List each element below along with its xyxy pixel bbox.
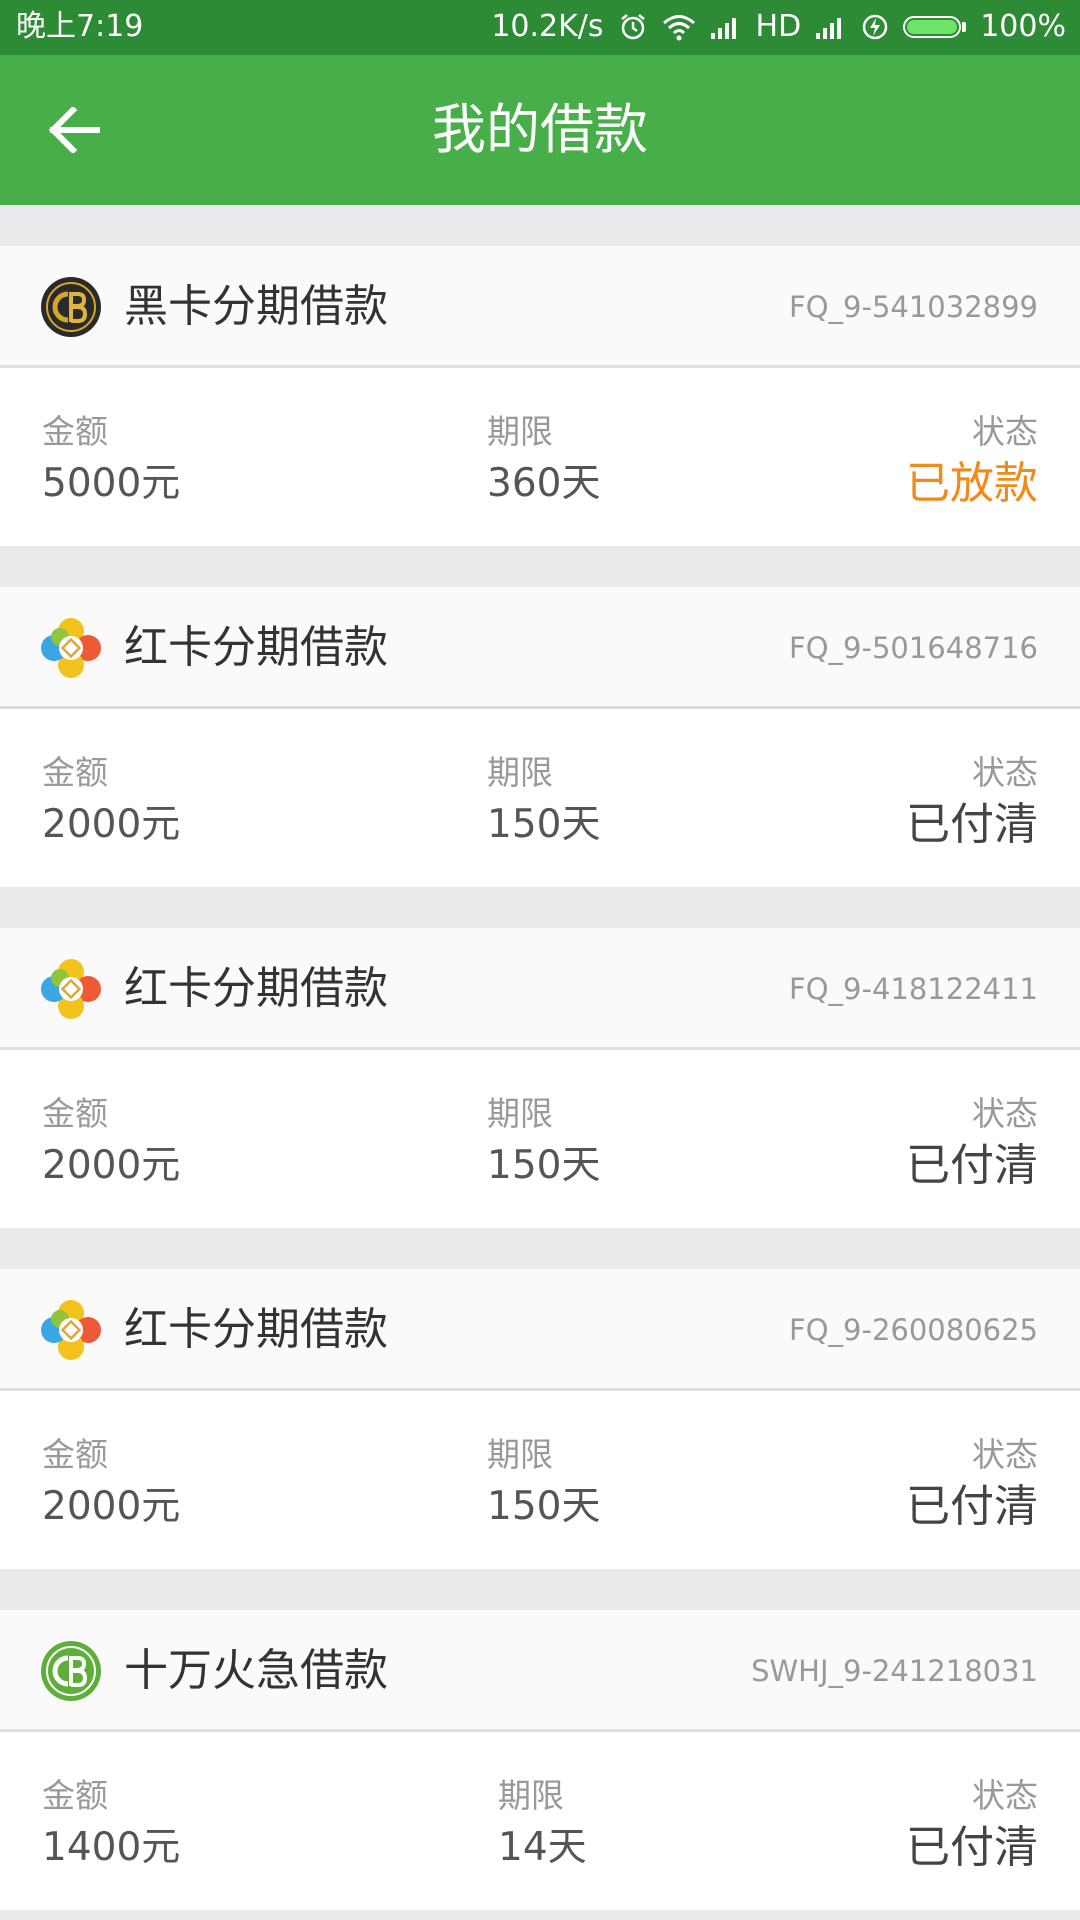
loan-order-number: FQ_9-418122411 (789, 972, 1038, 1006)
loan-product-name: 红卡分期借款 (124, 622, 388, 673)
loan-order-number: FQ_9-260080625 (789, 1313, 1038, 1347)
status-value: 已放款 (906, 458, 1038, 509)
signal-icon (710, 14, 742, 40)
status-label: 状态 (972, 1094, 1038, 1133)
loan-status: 状态 已付清 (906, 1431, 1038, 1535)
loan-card-body: 金额 1400元 期限 14天 状态 已付清 (0, 1732, 1080, 1910)
wifi-icon (662, 13, 696, 41)
loan-card-header: 红卡分期借款 FQ_9-418122411 (0, 928, 1080, 1050)
network-type: HD (755, 9, 802, 44)
loan-amount: 金额 5000元 (42, 408, 180, 512)
loan-status: 状态 已付清 (906, 1090, 1038, 1194)
loan-card[interactable]: 红卡分期借款 FQ_9-418122411 金额 2000元 期限 150天 状… (0, 928, 1080, 1228)
loan-card-body: 金额 2000元 期限 150天 状态 已付清 (0, 709, 1080, 887)
loan-amount: 金额 2000元 (42, 1431, 180, 1535)
red-card-logo-icon (41, 1300, 101, 1360)
charging-icon (861, 13, 889, 41)
loan-product-name: 黑卡分期借款 (124, 281, 388, 332)
amount-label: 金额 (42, 753, 108, 792)
loan-card-header: 十万火急借款 SWHJ_9-241218031 (0, 1610, 1080, 1732)
loan-card-header: 红卡分期借款 FQ_9-260080625 (0, 1269, 1080, 1391)
loan-product-name: 十万火急借款 (124, 1645, 388, 1696)
term-label: 期限 (487, 753, 553, 792)
loan-amount: 金额 2000元 (42, 1090, 180, 1194)
status-value: 已付清 (906, 1822, 1038, 1873)
swhj-logo-icon (41, 1641, 101, 1701)
loan-product-name: 红卡分期借款 (124, 1304, 388, 1355)
loan-product-name: 红卡分期借款 (124, 963, 388, 1014)
amount-label: 金额 (42, 1435, 108, 1474)
loan-status: 状态 已放款 (906, 408, 1038, 512)
loan-card-header: 黑卡分期借款 FQ_9-541032899 (0, 246, 1080, 368)
net-speed: 10.2K/s (491, 9, 604, 44)
amount-label: 金额 (42, 1094, 108, 1133)
loan-order-number: FQ_9-501648716 (789, 631, 1038, 665)
loan-card[interactable]: 红卡分期借款 FQ_9-501648716 金额 2000元 期限 150天 状… (0, 587, 1080, 887)
red-card-logo-icon (41, 618, 101, 678)
loan-status: 状态 已付清 (906, 1772, 1038, 1876)
loan-card-body: 金额 2000元 期限 150天 状态 已付清 (0, 1391, 1080, 1569)
loan-card[interactable]: 十万火急借款 SWHJ_9-241218031 金额 1400元 期限 14天 … (0, 1610, 1080, 1910)
battery-icon (903, 16, 967, 38)
loan-card[interactable]: 红卡分期借款 FQ_9-260080625 金额 2000元 期限 150天 状… (0, 1269, 1080, 1569)
amount-value: 2000元 (42, 802, 181, 847)
loan-order-number: FQ_9-541032899 (789, 290, 1038, 324)
app-header: 我的借款 (0, 55, 1080, 205)
amount-value: 2000元 (42, 1484, 181, 1529)
loan-term: 期限 14天 (498, 1772, 587, 1876)
term-label: 期限 (487, 1435, 553, 1474)
amount-value: 2000元 (42, 1143, 181, 1188)
loan-list: 黑卡分期借款 FQ_9-541032899 金额 5000元 期限 360天 状… (0, 205, 1080, 1920)
loan-card[interactable]: 黑卡分期借款 FQ_9-541032899 金额 5000元 期限 360天 状… (0, 246, 1080, 546)
red-card-logo-icon (41, 959, 101, 1019)
loan-amount: 金额 2000元 (42, 749, 180, 853)
status-value: 已付清 (906, 1481, 1038, 1532)
term-label: 期限 (498, 1776, 564, 1815)
term-value: 14天 (498, 1825, 587, 1870)
status-indicators: 10.2K/s HD 100% (491, 9, 1066, 45)
battery-level: 100% (980, 9, 1066, 44)
status-bar: 晚上7:19 10.2K/s HD 100% (0, 0, 1080, 55)
loan-term: 期限 150天 (487, 1431, 600, 1535)
status-label: 状态 (972, 1435, 1038, 1474)
loan-term: 期限 150天 (487, 749, 600, 853)
status-value: 已付清 (906, 1140, 1038, 1191)
alarm-icon (618, 12, 648, 42)
status-time: 晚上7:19 (16, 9, 144, 44)
term-label: 期限 (487, 412, 553, 451)
term-value: 150天 (487, 1484, 601, 1529)
loan-order-number: SWHJ_9-241218031 (751, 1654, 1038, 1688)
amount-label: 金额 (42, 412, 108, 451)
loan-term: 期限 360天 (487, 408, 600, 512)
amount-value: 1400元 (42, 1825, 181, 1870)
term-value: 150天 (487, 1143, 601, 1188)
page-title: 我的借款 (432, 98, 648, 161)
loan-amount: 金额 1400元 (42, 1772, 180, 1876)
black-card-logo-icon (41, 277, 101, 337)
amount-label: 金额 (42, 1776, 108, 1815)
status-label: 状态 (972, 1776, 1038, 1815)
loan-term: 期限 150天 (487, 1090, 600, 1194)
term-value: 150天 (487, 802, 601, 847)
status-value: 已付清 (906, 799, 1038, 850)
signal-icon (815, 14, 847, 40)
term-label: 期限 (487, 1094, 553, 1133)
loan-card-header: 红卡分期借款 FQ_9-501648716 (0, 587, 1080, 709)
loan-status: 状态 已付清 (906, 749, 1038, 853)
status-label: 状态 (972, 753, 1038, 792)
amount-value: 5000元 (42, 461, 181, 506)
term-value: 360天 (487, 461, 601, 506)
loan-card-body: 金额 2000元 期限 150天 状态 已付清 (0, 1050, 1080, 1228)
status-label: 状态 (972, 412, 1038, 451)
loan-card-body: 金额 5000元 期限 360天 状态 已放款 (0, 368, 1080, 546)
